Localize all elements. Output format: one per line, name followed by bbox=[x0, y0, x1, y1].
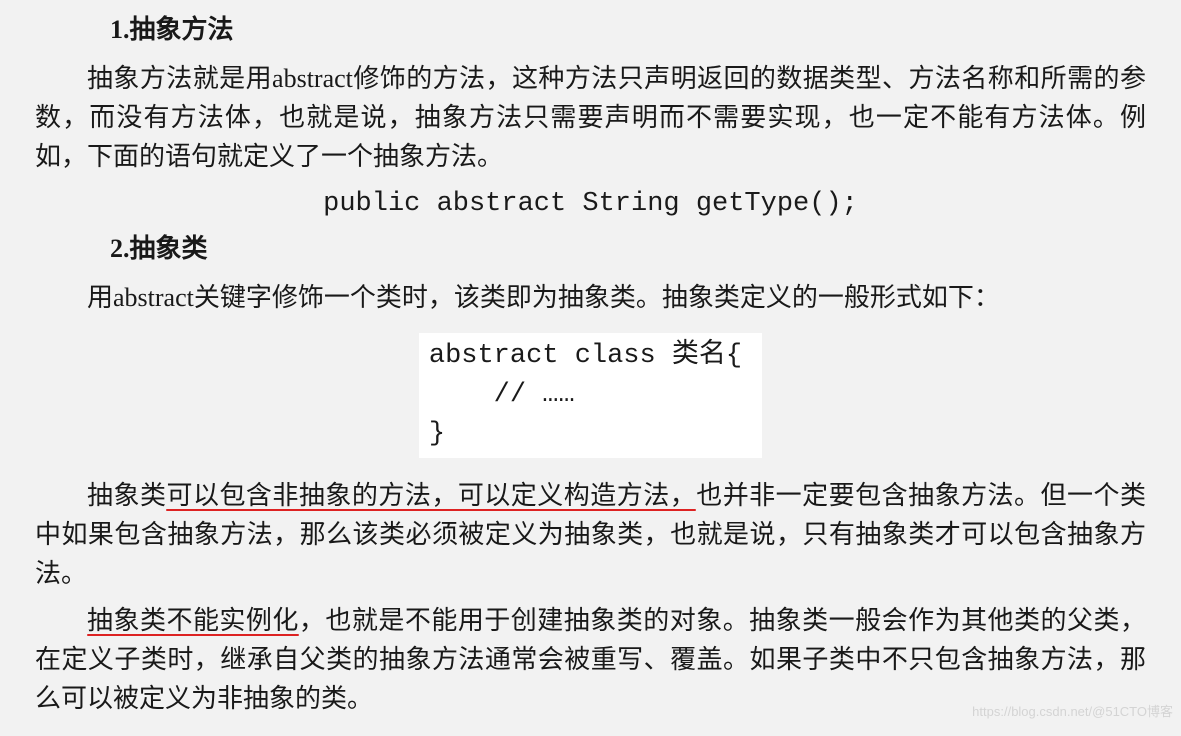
section-heading-2: 2.抽象类 bbox=[35, 229, 1146, 268]
watermark-text: https://blog.csdn.net/@51CTO博客 bbox=[972, 702, 1173, 722]
paragraph-abstract-class-intro: 用abstract关键字修饰一个类时，该类即为抽象类。抽象类定义的一般形式如下： bbox=[35, 278, 1146, 317]
paragraph-abstract-class-instantiation: 抽象类不能实例化，也就是不能用于创建抽象类的对象。抽象类一般会作为其他类的父类，… bbox=[35, 601, 1146, 718]
text-pre-underline: 抽象类 bbox=[87, 481, 166, 510]
paragraph-abstract-class-detail: 抽象类可以包含非抽象的方法，可以定义构造方法，也并非一定要包含抽象方法。但一个类… bbox=[35, 476, 1146, 593]
code-abstract-class-definition: abstract class 类名{ // …… } bbox=[419, 333, 762, 458]
underlined-text-2: 抽象类不能实例化 bbox=[87, 606, 299, 635]
underlined-text-1: 可以包含非抽象的方法，可以定义构造方法， bbox=[166, 481, 696, 510]
code-block-wrapper: abstract class 类名{ // …… } bbox=[35, 333, 1146, 458]
code-abstract-method-example: public abstract String getType(); bbox=[35, 184, 1146, 225]
section-heading-1: 1.抽象方法 bbox=[35, 10, 1146, 49]
paragraph-abstract-method: 抽象方法就是用abstract修饰的方法，这种方法只声明返回的数据类型、方法名称… bbox=[35, 59, 1146, 176]
